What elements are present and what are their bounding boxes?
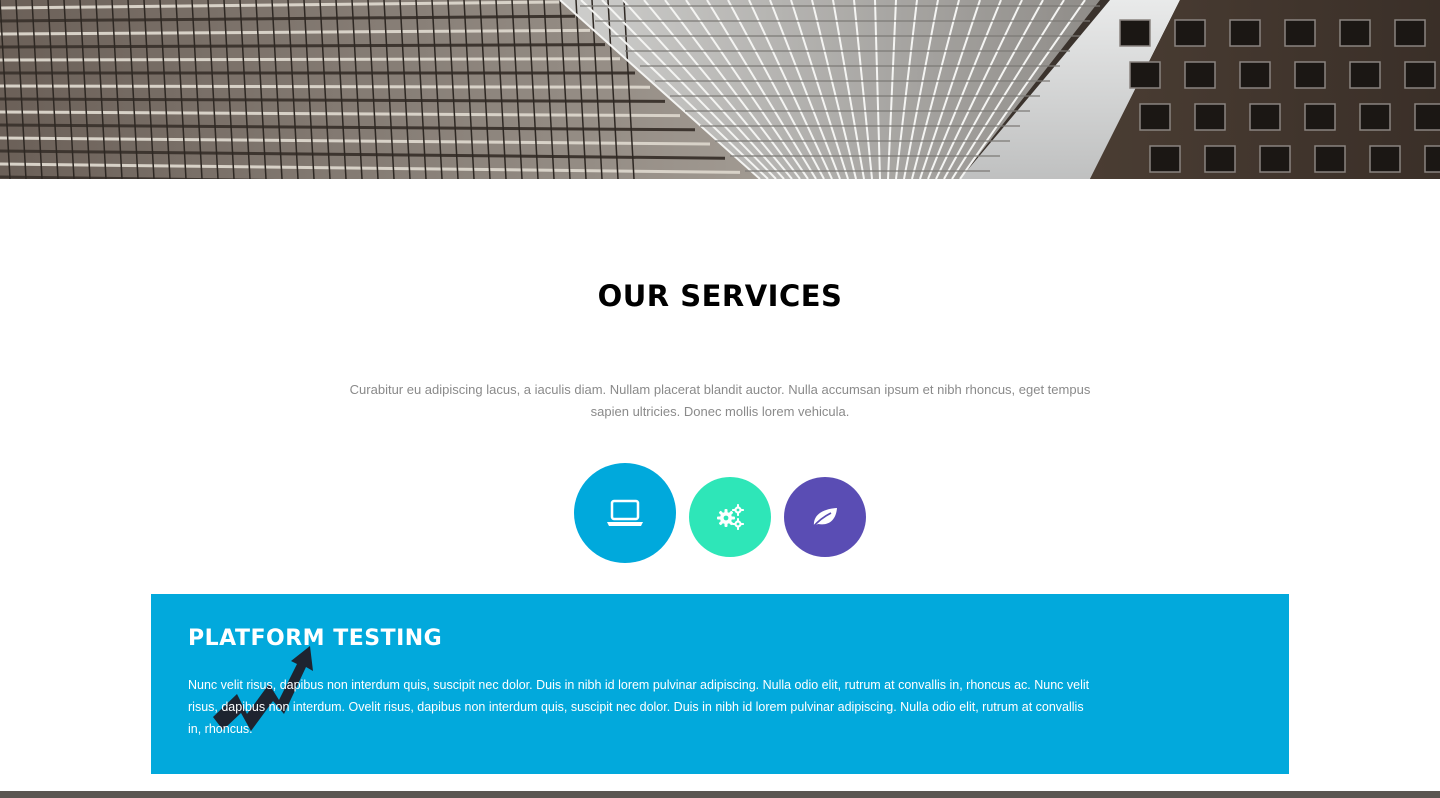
bottom-photo-strip (0, 791, 1440, 798)
tab-gears[interactable] (689, 477, 771, 557)
skyscraper-photo (0, 0, 1440, 179)
section-intro-text: Curabitur eu adipiscing lacus, a iaculis… (349, 382, 1091, 419)
panel-text: Nunc velit risus, dapibus non interdum q… (188, 678, 1090, 736)
section-title: OUR SERVICES (597, 279, 843, 313)
page: OUR SERVICES Curabitur eu adipiscing lac… (0, 0, 1440, 798)
tab-leaf[interactable] (784, 477, 866, 557)
hero-image (0, 0, 1440, 179)
laptop-icon (607, 499, 643, 526)
tab-laptop[interactable] (574, 463, 676, 563)
gears-icon (717, 504, 744, 530)
leaf-icon (812, 508, 837, 528)
panel-title: PLATFORM TESTING (188, 626, 443, 651)
